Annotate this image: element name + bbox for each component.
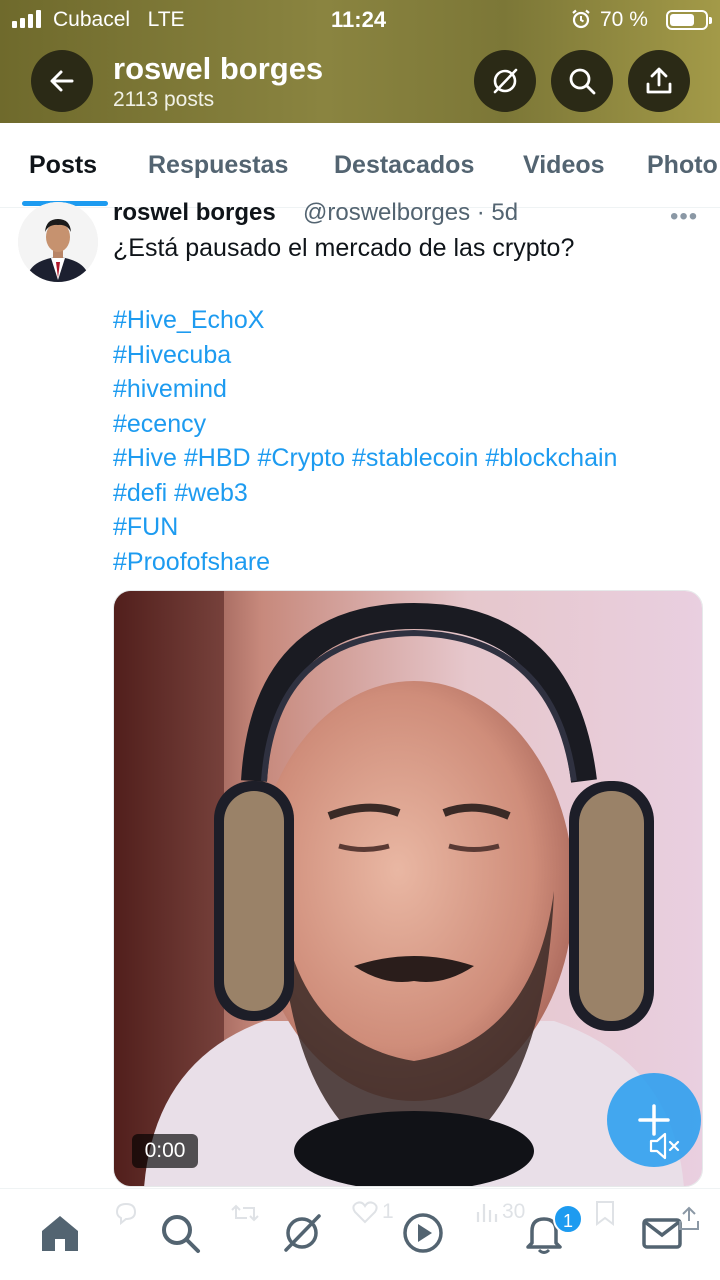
avatar[interactable] (18, 202, 98, 282)
post-handle-time: @roswelborges · 5d (303, 199, 519, 226)
grok-icon (284, 1214, 321, 1252)
status-bar: Cubacel LTE 11:24 70 % (0, 0, 720, 40)
avatar-image (18, 202, 98, 282)
bottom-navigation (0, 1188, 720, 1280)
post-text: ¿Está pausado el mercado de las crypto? (113, 234, 575, 262)
share-button[interactable] (628, 50, 690, 112)
nav-home[interactable] (38, 1211, 82, 1255)
battery-percent: 70 % (600, 8, 648, 31)
hashtag-line[interactable]: #defi #web3 (113, 476, 617, 511)
back-arrow-icon (50, 70, 74, 92)
home-indicator-area (0, 1268, 720, 1280)
tab-posts[interactable]: Posts (29, 151, 97, 180)
video-timestamp: 0:00 (132, 1134, 198, 1168)
search-button[interactable] (551, 50, 613, 112)
tab-destacados[interactable]: Destacados (334, 151, 474, 180)
hashtag-list: #Hive_EchoX #Hivecuba #hivemind #ecency … (113, 303, 617, 579)
hashtag-line[interactable]: #Hivecuba (113, 338, 617, 373)
alarm-icon (572, 9, 590, 29)
notification-badge: 1 (553, 1204, 583, 1234)
profile-header: Cubacel LTE 11:24 70 % roswel borges 211… (0, 0, 720, 123)
back-button[interactable] (31, 50, 93, 112)
more-options-icon[interactable]: ••• (670, 203, 698, 231)
profile-name: roswel borges (113, 51, 324, 86)
share-icon (646, 67, 672, 94)
grok-icon (493, 68, 518, 94)
tab-respuestas[interactable]: Respuestas (148, 151, 288, 180)
battery-icon (666, 10, 712, 30)
hashtag-line[interactable]: #hivemind (113, 372, 617, 407)
search-icon (162, 1215, 200, 1253)
hashtag-line[interactable]: #Proofofshare (113, 545, 617, 580)
signal-icon (12, 10, 41, 28)
play-icon (403, 1213, 443, 1253)
clock: 11:24 (331, 7, 387, 32)
nav-grok[interactable] (280, 1211, 324, 1255)
carrier-label: Cubacel LTE (53, 8, 185, 31)
tab-videos[interactable]: Videos (523, 151, 605, 180)
grok-button[interactable] (474, 50, 536, 112)
hashtag-line[interactable]: #FUN (113, 510, 617, 545)
share-post-icon[interactable] (678, 1205, 700, 1231)
home-icon (42, 1216, 78, 1251)
nav-video[interactable] (401, 1211, 445, 1255)
nav-search[interactable] (158, 1211, 202, 1255)
profile-tabs: Posts Respuestas Destacados Videos Photo (0, 123, 720, 208)
hashtag-line[interactable]: #Hive_EchoX (113, 303, 617, 338)
hashtag-line[interactable]: #Hive #HBD #Crypto #stablecoin #blockcha… (113, 441, 617, 476)
search-icon (569, 68, 596, 95)
post-count: 2113 posts (113, 88, 215, 111)
hashtag-line[interactable]: #ecency (113, 407, 617, 442)
post-author-name[interactable]: roswel borges (113, 199, 276, 227)
tab-photos[interactable]: Photo (647, 151, 718, 180)
mute-icon[interactable] (648, 1130, 684, 1162)
